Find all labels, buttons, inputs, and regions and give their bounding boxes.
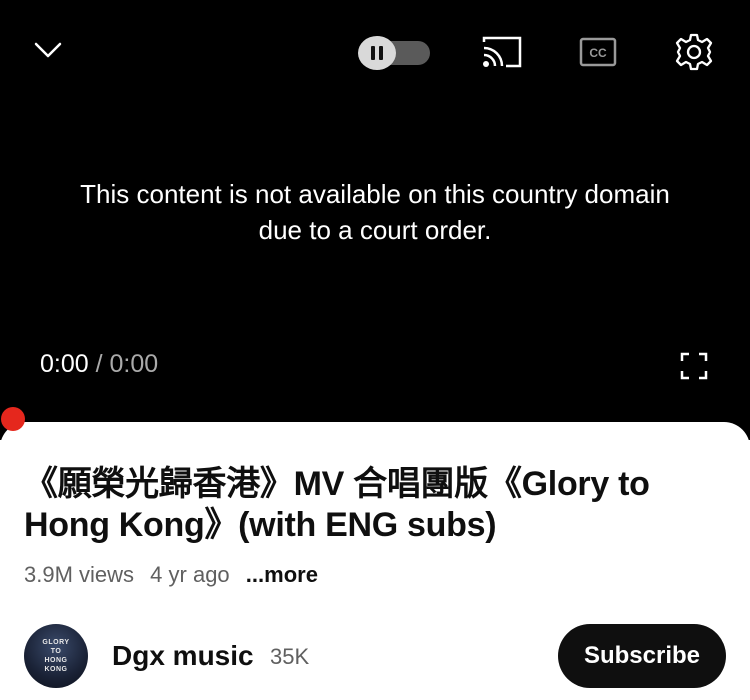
unavailable-message-line1: This content is not available on this co… [80, 179, 670, 209]
unavailable-message-line2: due to a court order. [258, 215, 492, 245]
gear-icon[interactable] [672, 30, 716, 74]
channel-name[interactable]: Dgx music [112, 640, 254, 672]
fullscreen-icon[interactable] [678, 350, 710, 382]
avatar-text-1: GLORY [42, 639, 70, 646]
video-metadata[interactable]: 3.9M views 4 yr ago ...more [24, 562, 328, 588]
closed-captions-icon[interactable]: CC [578, 34, 618, 70]
time-separator: / [88, 350, 110, 378]
subscribe-button[interactable]: Subscribe [558, 624, 726, 688]
more-link[interactable]: ...more [246, 562, 318, 587]
unavailable-message: This content is not available on this co… [0, 176, 750, 248]
chevron-down-icon[interactable] [28, 30, 68, 70]
avatar-text-3: HONG [44, 657, 68, 664]
upload-age: 4 yr ago [150, 562, 230, 587]
pause-toggle-icon [358, 36, 396, 70]
video-details-panel: 《願榮光歸香港》MV 合唱團版《Glory to Hong Kong》(with… [0, 422, 750, 700]
cast-icon[interactable] [478, 32, 526, 72]
time-display: 0:00 / 0:00 [40, 350, 158, 379]
progress-scrubber[interactable] [1, 407, 25, 431]
video-title[interactable]: 《願榮光歸香港》MV 合唱團版《Glory to Hong Kong》(with… [24, 464, 724, 546]
avatar-text-2: TO [50, 648, 62, 655]
avatar-text-4: KONG [44, 666, 68, 673]
subscriber-count: 35K [270, 644, 310, 669]
svg-text:CC: CC [589, 46, 607, 60]
autoplay-toggle[interactable] [358, 36, 430, 70]
current-time: 0:00 [40, 350, 89, 378]
channel-avatar[interactable]: GLORY TO HONG KONG [24, 624, 88, 688]
video-player[interactable]: CC This content is not available on this… [0, 0, 750, 440]
view-count: 3.9M views [24, 562, 135, 587]
duration: 0:00 [109, 350, 159, 378]
